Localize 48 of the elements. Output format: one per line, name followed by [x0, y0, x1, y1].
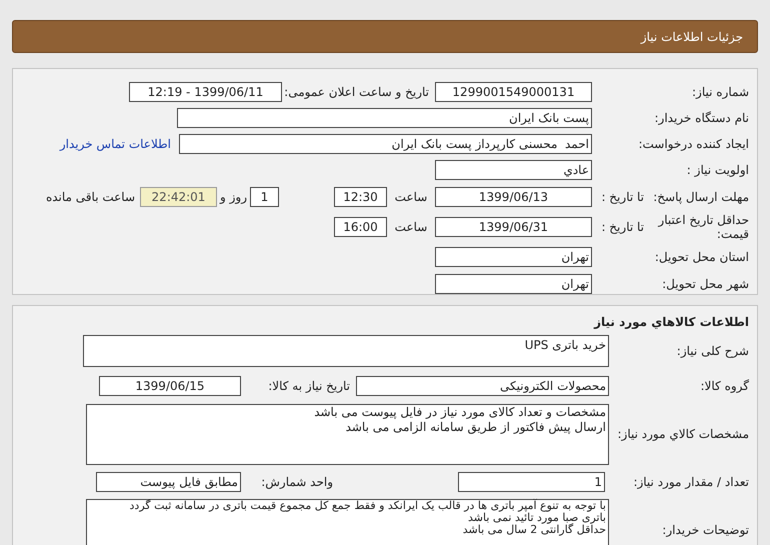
field-label: واحد شمارش: [260, 474, 334, 491]
remaining-time-field: 22:42:01 [140, 187, 217, 207]
quantity-field: 1 [458, 472, 605, 492]
reply-date-field: 1399/06/13 [435, 187, 592, 207]
buyer-contact-link[interactable]: اطلاعات تماس خریدار [60, 135, 171, 153]
need-number-field: 1299001549000131 [435, 82, 592, 102]
field-label: تاریخ و ساعت اعلان عمومی: [283, 84, 430, 101]
field-label: استان محل تحویل: [654, 248, 749, 266]
validity-time-field: 16:00 [334, 217, 387, 237]
text-line: با توجه به تنوع آمپر باتری ها در قالب یک ایرانکد و فقط جمع کل مجموع قیمت باتری در سامانه ثبت گردد [128, 500, 606, 512]
field-label: شرح کلی نیاز: [676, 343, 749, 360]
text-line: مشخصات و تعداد کالای مورد نیاز در فایل پیوست می باشد [313, 404, 606, 420]
field-label: نام دستگاه خریدار: [654, 110, 749, 127]
buyer-org-field: پست بانک ایران [177, 108, 592, 128]
header-title: جزئیات اطلاعات نیاز [640, 28, 743, 46]
field-label: تاریخ نیاز به کالا: [267, 378, 351, 395]
requester-field: احمد محسنی کارپرداز پست بانک ایران [179, 134, 592, 154]
unit-field: مطابق فایل پیوست [96, 472, 241, 492]
field-label: ساعت [394, 219, 428, 236]
city-field: تهران [435, 274, 592, 294]
field-label: اولویت نیاز : [686, 162, 749, 179]
field-label: مهلت ارسال پاسخ: [652, 189, 749, 206]
field-label: حداقل تاریخ اعتبار قیمت: [656, 213, 749, 241]
priority-field: عادي [435, 160, 592, 180]
days-field: 1 [250, 187, 279, 207]
field-label: تا تاریخ : [600, 219, 644, 236]
field-label: مشخصات کالاي مورد نیاز: [616, 426, 749, 443]
field-label: ساعت [394, 189, 428, 206]
section-title: اطلاعات کالاهاي مورد نیاز [592, 314, 749, 331]
field-label: ساعت باقی مانده [46, 189, 136, 206]
text-line: ارسال پیش فاکتور از طریق سامانه الزامی می باشد [344, 420, 606, 434]
need-date-field: 1399/06/15 [99, 376, 241, 396]
field-label: تعداد / مقدار مورد نیاز: [632, 474, 749, 491]
field-label: شماره نیاز: [691, 84, 749, 101]
text-line: باتری صبا مورد تائید نمی باشد [468, 512, 606, 524]
field-label: روز و [218, 189, 248, 206]
announce-date-field: 1399/06/11 - 12:19 [129, 82, 282, 102]
summary-text: خرید باتری UPS [524, 338, 606, 352]
province-field: تهران [435, 246, 592, 266]
field-label: شهر محل تحویل: [661, 276, 749, 292]
field-label: تا تاریخ : [600, 189, 644, 206]
reply-time-field: 12:30 [334, 187, 387, 207]
field-label: ایجاد کننده درخواست: [637, 136, 749, 153]
text-line: حداقل گارانتی 2 سال می باشد [462, 524, 606, 536]
goods-group-field: محصولات الکترونیکی [356, 376, 609, 396]
field-label: گروه کالا: [700, 378, 749, 395]
field-label: توضیحات خریدار: [661, 523, 749, 537]
validity-date-field: 1399/06/31 [435, 217, 592, 237]
